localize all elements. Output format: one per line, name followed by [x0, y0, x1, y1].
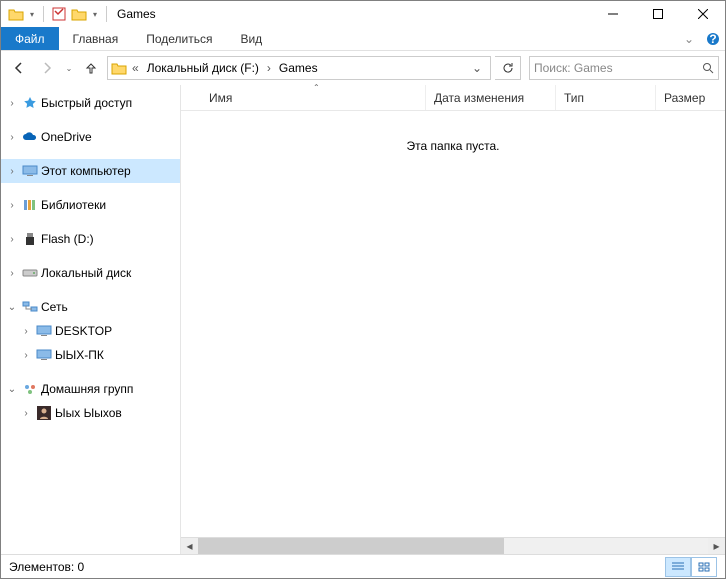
- breadcrumb-parent[interactable]: Локальный диск (F:): [143, 61, 263, 75]
- tab-file[interactable]: Файл: [1, 27, 59, 50]
- navigation-pane: ›Быстрый доступ ›OneDrive ›Этот компьюте…: [1, 85, 181, 554]
- titlebar: ▾ ▾ Games: [1, 1, 725, 27]
- breadcrumb-root-chevron[interactable]: «: [128, 61, 143, 75]
- nav-local-disk[interactable]: ›Локальный диск: [1, 261, 180, 285]
- status-text: Элементов: 0: [9, 560, 84, 574]
- minimize-button[interactable]: [590, 1, 635, 27]
- nav-desktop-pc[interactable]: ›DESKTOP: [1, 319, 180, 343]
- search-box[interactable]: [529, 56, 719, 80]
- avatar-icon: [35, 406, 53, 420]
- homegroup-icon: [21, 382, 39, 396]
- maximize-button[interactable]: [635, 1, 680, 27]
- ribbon-expand-button[interactable]: ⌄: [677, 27, 701, 50]
- cloud-icon: [21, 131, 39, 143]
- address-bar: ⌄ « Локальный диск (F:) › Games ⌄: [1, 51, 725, 85]
- nav-flash-drive[interactable]: ›Flash (D:): [1, 227, 180, 251]
- column-type[interactable]: Тип: [555, 85, 655, 110]
- search-input[interactable]: [534, 61, 702, 75]
- column-size[interactable]: Размер: [655, 85, 725, 110]
- nav-network[interactable]: ⌄Сеть: [1, 295, 180, 319]
- horizontal-scrollbar[interactable]: ◂ ▸: [181, 537, 725, 554]
- star-icon: [21, 96, 39, 110]
- scroll-left-icon[interactable]: ◂: [181, 538, 198, 554]
- tab-share[interactable]: Поделиться: [132, 27, 226, 50]
- view-icons-button[interactable]: [691, 557, 717, 577]
- qat-dropdown2-icon[interactable]: ▾: [90, 3, 100, 25]
- nav-yih-pc[interactable]: ›ЫЫХ-ПК: [1, 343, 180, 367]
- nav-homegroup[interactable]: ⌄Домашняя групп: [1, 377, 180, 401]
- content-area: Имя⌃ Дата изменения Тип Размер Эта папка…: [181, 85, 725, 554]
- back-button[interactable]: [7, 56, 31, 80]
- column-date[interactable]: Дата изменения: [425, 85, 555, 110]
- chevron-right-icon[interactable]: ›: [263, 61, 275, 75]
- up-button[interactable]: [79, 56, 103, 80]
- scroll-right-icon[interactable]: ▸: [708, 538, 725, 554]
- address-field[interactable]: « Локальный диск (F:) › Games ⌄: [107, 56, 491, 80]
- network-icon: [21, 301, 39, 313]
- nav-libraries[interactable]: ›Библиотеки: [1, 193, 180, 217]
- refresh-button[interactable]: [495, 56, 521, 80]
- svg-text:?: ?: [709, 32, 716, 46]
- sort-asc-icon: ⌃: [313, 83, 320, 92]
- nav-onedrive[interactable]: ›OneDrive: [1, 125, 180, 149]
- properties-icon[interactable]: [50, 3, 68, 25]
- ribbon: Файл Главная Поделиться Вид ⌄ ?: [1, 27, 725, 51]
- computer-icon: [35, 325, 53, 337]
- new-folder-icon[interactable]: [70, 3, 88, 25]
- nav-this-pc[interactable]: ›Этот компьютер: [1, 159, 180, 183]
- column-name[interactable]: Имя⌃: [201, 85, 425, 110]
- address-dropdown[interactable]: ⌄: [466, 61, 488, 75]
- status-bar: Элементов: 0: [1, 554, 725, 578]
- recent-dropdown[interactable]: ⌄: [63, 56, 75, 80]
- computer-icon: [35, 349, 53, 361]
- close-button[interactable]: [680, 1, 725, 27]
- drive-icon: [21, 268, 39, 278]
- empty-message: Эта папка пуста.: [181, 111, 725, 537]
- scroll-thumb[interactable]: [198, 538, 504, 554]
- folder-icon: [7, 3, 25, 25]
- column-headers: Имя⌃ Дата изменения Тип Размер: [181, 85, 725, 111]
- tab-home[interactable]: Главная: [59, 27, 133, 50]
- computer-icon: [21, 165, 39, 177]
- help-button[interactable]: ?: [701, 27, 725, 50]
- quick-access-toolbar: ▾ ▾ Games: [1, 3, 156, 25]
- nav-user[interactable]: ›Ыых Ыыхов: [1, 401, 180, 425]
- qat-dropdown-icon[interactable]: ▾: [27, 3, 37, 25]
- view-details-button[interactable]: [665, 557, 691, 577]
- libraries-icon: [21, 198, 39, 212]
- breadcrumb-current[interactable]: Games: [275, 61, 322, 75]
- search-icon[interactable]: [702, 62, 714, 74]
- nav-quick-access[interactable]: ›Быстрый доступ: [1, 91, 180, 115]
- tab-view[interactable]: Вид: [226, 27, 276, 50]
- address-folder-icon: [110, 61, 128, 75]
- window-title: Games: [117, 7, 156, 21]
- forward-button[interactable]: [35, 56, 59, 80]
- usb-icon: [21, 232, 39, 246]
